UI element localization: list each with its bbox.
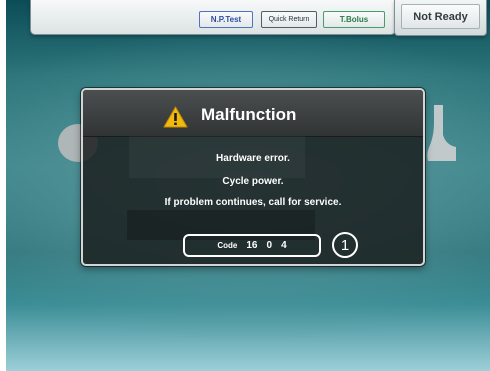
status-indicator: Not Ready — [401, 4, 480, 29]
dialog-title: Malfunction — [201, 105, 297, 124]
code-value-1: 16 — [246, 240, 258, 251]
t-bolus-button[interactable]: T.Bolus — [323, 11, 385, 28]
service-message: If problem continues, call for service. — [164, 197, 342, 208]
dialog-header: Malfunction — [83, 90, 423, 137]
malfunction-dialog: Malfunction Hardware error. Cycle power.… — [81, 88, 425, 266]
warning-triangle-icon — [163, 106, 188, 128]
patient-feet-silhouette — [427, 105, 456, 161]
monitor-screen: N.P.Test Quick Return T.Bolus Not Ready … — [6, 0, 490, 371]
instruction-message: Cycle power. — [222, 176, 284, 187]
error-message: Hardware error. — [216, 153, 290, 164]
status-panel: Not Ready — [394, 0, 487, 36]
code-label: Code — [217, 241, 238, 250]
callout-marker: 1 — [332, 232, 358, 258]
top-toolbar: N.P.Test Quick Return T.Bolus — [30, 0, 396, 35]
quick-return-button[interactable]: Quick Return — [261, 11, 317, 28]
code-value-2: 0 — [266, 240, 273, 251]
code-value-3: 4 — [281, 240, 287, 251]
np-test-button[interactable]: N.P.Test — [199, 11, 253, 28]
error-code-box: Code 16 0 4 — [183, 234, 321, 257]
